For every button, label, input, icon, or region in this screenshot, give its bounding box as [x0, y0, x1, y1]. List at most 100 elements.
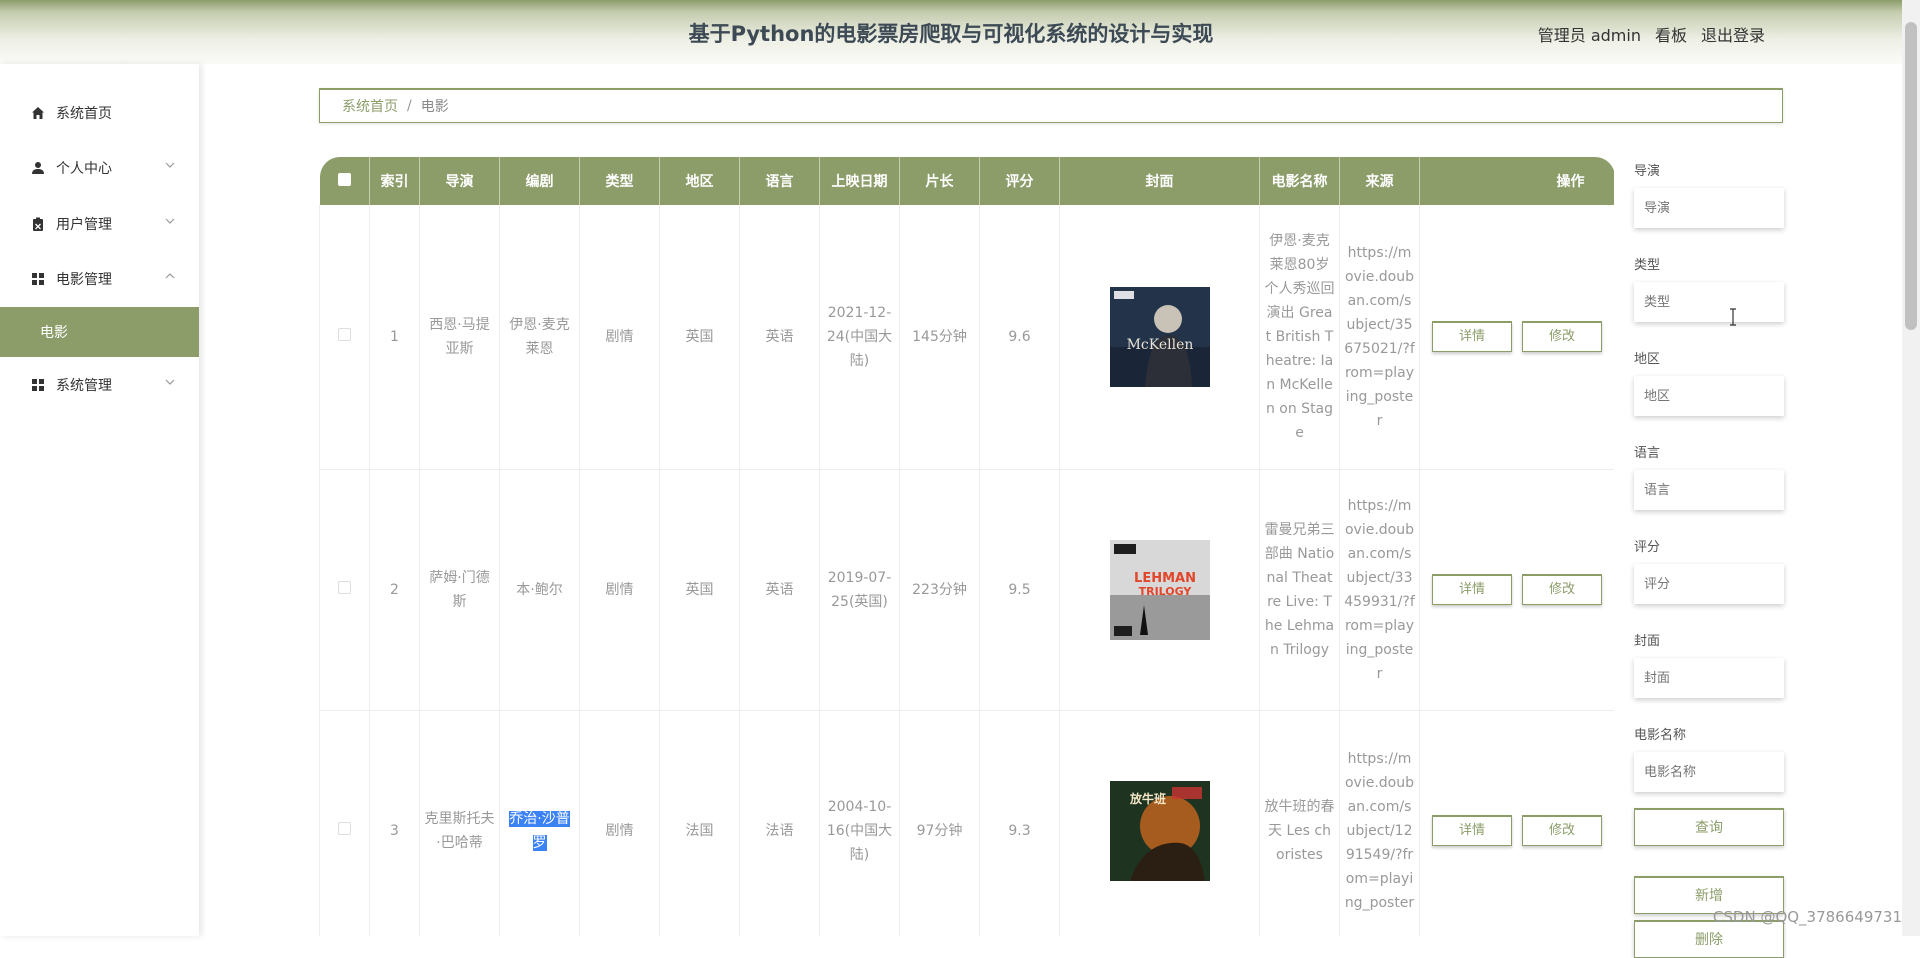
cell-director: 萨姆·门德斯: [419, 469, 500, 711]
sidebar-item-label: 用户管理: [56, 217, 112, 233]
sidebar: 系统首页 个人中心 用户管理 电影管理 电影 系统管理: [0, 64, 199, 936]
row-checkbox[interactable]: [338, 327, 351, 341]
sidebar-item-personal[interactable]: 个人中心: [0, 143, 199, 193]
selected-text: 乔治·沙普罗: [509, 810, 570, 851]
col-header: 封面: [1059, 157, 1260, 205]
edit-button[interactable]: 修改: [1522, 321, 1602, 353]
col-header: 来源: [1339, 157, 1420, 205]
score-input[interactable]: [1634, 564, 1784, 604]
chevron-up-icon: [165, 271, 177, 283]
cell-runtime: 223分钟: [899, 469, 980, 711]
cell-release: 2004-10-16(中国大陆): [819, 710, 900, 936]
sidebar-item-label: 系统首页: [56, 106, 112, 122]
poster-image[interactable]: LEHMAN TRILOGY: [1109, 539, 1210, 640]
chevron-down-icon: [165, 216, 177, 228]
sidebar-item-movie-mgmt[interactable]: 电影管理: [0, 254, 199, 304]
edit-button[interactable]: 修改: [1522, 574, 1602, 605]
query-button[interactable]: 查询: [1634, 808, 1784, 846]
genre-label: 类型: [1634, 258, 1661, 273]
cell-actions: 详情 修改: [1419, 205, 1614, 470]
top-header: 基于Python的电影票房爬取与可视化系统的设计与实现 管理员 admin 看板…: [0, 0, 1902, 64]
col-header: 编剧: [499, 157, 580, 205]
cover-label: 封面: [1634, 634, 1661, 649]
breadcrumb-current: 电影: [420, 99, 449, 115]
cell-language: 法语: [739, 710, 820, 936]
grid-icon: [30, 377, 46, 393]
movie-table: 索引 导演 编剧 类型 地区 语言 上映日期 片长 评分 封面 电影名称 来源 …: [319, 157, 1614, 936]
col-header: 片长: [899, 157, 980, 205]
movie-name-label: 电影名称: [1634, 728, 1687, 743]
sidebar-item-system[interactable]: 系统管理: [0, 360, 199, 410]
sidebar-item-home[interactable]: 系统首页: [0, 88, 199, 138]
cover-input[interactable]: [1634, 658, 1784, 698]
svg-text:McKellen: McKellen: [1126, 337, 1193, 353]
user-icon: [30, 160, 46, 176]
director-input[interactable]: [1634, 188, 1784, 228]
cell-runtime: 97分钟: [899, 710, 980, 936]
cell-name: 放牛班的春天 Les choristes: [1259, 710, 1340, 936]
sidebar-item-movie[interactable]: 电影: [0, 307, 199, 357]
cell-director: 西恩·马提亚斯: [419, 205, 500, 470]
home-icon: [30, 105, 46, 121]
edit-button[interactable]: 修改: [1522, 815, 1602, 846]
cell-genre: 剧情: [579, 205, 660, 470]
col-header: 语言: [739, 157, 820, 205]
cell-runtime: 145分钟: [899, 205, 980, 470]
cell-index: 1: [369, 205, 420, 470]
cell-name: 伊恩·麦克莱恩80岁个人秀巡回演出 Great British Theatre:…: [1259, 205, 1340, 470]
language-label: 语言: [1634, 446, 1661, 461]
board-link[interactable]: 看板: [1655, 22, 1687, 46]
col-header: 索引: [369, 157, 420, 205]
sidebar-item-label: 系统管理: [56, 378, 112, 394]
row-select-cell[interactable]: [319, 469, 370, 711]
sidebar-item-label: 电影管理: [56, 272, 112, 288]
poster-image[interactable]: 放牛班: [1109, 780, 1210, 881]
watermark: CSDN @QQ_3786649731: [1712, 908, 1902, 926]
col-header: 导演: [419, 157, 500, 205]
row-checkbox[interactable]: [338, 821, 351, 835]
col-header: 上映日期: [819, 157, 900, 205]
cell-genre: 剧情: [579, 469, 660, 711]
clipboard-icon: [30, 216, 46, 232]
cell-writer: 本·鲍尔: [499, 469, 580, 711]
svg-text:放牛班: 放牛班: [1129, 791, 1166, 806]
cell-release: 2019-07-25(英国): [819, 469, 900, 711]
select-all-cell[interactable]: [319, 157, 370, 205]
table-row: 2 萨姆·门德斯 本·鲍尔 剧情 英国 英语 2019-07-25(英国) 22…: [319, 469, 1614, 711]
cell-language: 英语: [739, 469, 820, 711]
row-select-cell[interactable]: [319, 205, 370, 470]
detail-button[interactable]: 详情: [1432, 574, 1512, 605]
breadcrumb-home[interactable]: 系统首页: [342, 96, 398, 116]
detail-button[interactable]: 详情: [1432, 321, 1512, 353]
genre-input[interactable]: [1634, 282, 1784, 322]
vertical-scrollbar[interactable]: [1902, 0, 1920, 936]
movie-name-input[interactable]: [1634, 752, 1784, 792]
col-header: 评分: [979, 157, 1060, 205]
cell-genre: 剧情: [579, 710, 660, 936]
select-all-checkbox[interactable]: [337, 172, 351, 186]
row-checkbox[interactable]: [338, 580, 351, 594]
cell-score: 9.5: [979, 469, 1060, 711]
cell-actions: 详情 修改: [1419, 469, 1614, 711]
cell-director: 克里斯托夫·巴哈蒂: [419, 710, 500, 936]
text-cursor-icon: [1728, 308, 1738, 326]
cell-cover: LEHMAN TRILOGY: [1059, 469, 1260, 711]
region-input[interactable]: [1634, 376, 1784, 416]
poster-image[interactable]: McKellen: [1109, 286, 1210, 387]
breadcrumb: 系统首页 / 电影: [319, 88, 1783, 123]
sidebar-item-users[interactable]: 用户管理: [0, 199, 199, 249]
cell-region: 英国: [659, 469, 740, 711]
cell-name: 雷曼兄弟三部曲 National Theatre Live: The Lehma…: [1259, 469, 1340, 711]
cell-cover: McKellen: [1059, 205, 1260, 470]
scrollbar-thumb[interactable]: [1905, 22, 1917, 330]
language-input[interactable]: [1634, 470, 1784, 510]
col-header: 操作: [1419, 157, 1614, 205]
row-select-cell[interactable]: [319, 710, 370, 936]
detail-button[interactable]: 详情: [1432, 815, 1512, 846]
logout-link[interactable]: 退出登录: [1701, 22, 1765, 46]
chevron-down-icon: [165, 160, 177, 172]
cell-source: https://movie.douban.com/subject/3345993…: [1339, 469, 1420, 711]
cell-cover: 放牛班: [1059, 710, 1260, 936]
admin-label: 管理员 admin: [1537, 26, 1641, 45]
grid-icon: [30, 271, 46, 287]
